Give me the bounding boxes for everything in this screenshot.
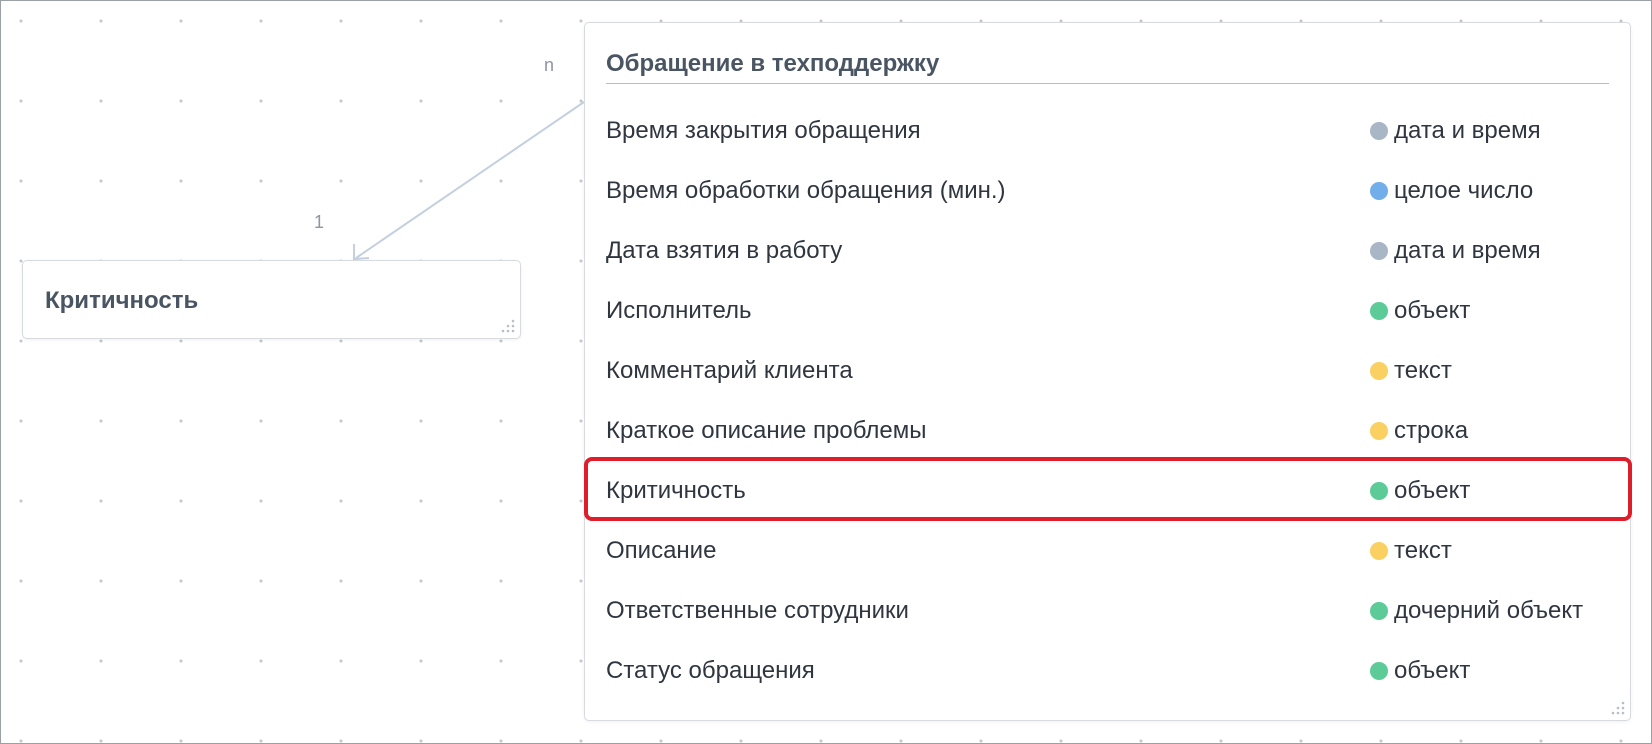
- field-row[interactable]: Дата взятия в работу дата и время: [585, 221, 1630, 281]
- field-name: Статус обращения: [606, 657, 815, 684]
- field-type-label: строка: [1394, 417, 1469, 444]
- field-name: Комментарий клиента: [606, 357, 853, 384]
- type-dot-icon: [1370, 362, 1388, 380]
- field-type: строка: [1370, 417, 1468, 445]
- resize-grip-icon[interactable]: [1610, 700, 1626, 716]
- field-name: Критичность: [606, 477, 746, 504]
- field-type: целое число: [1370, 177, 1533, 205]
- entity-card-support-request[interactable]: Обращение в техподдержку Время закрытия …: [584, 22, 1631, 721]
- field-name: Ответственные сотрудники: [606, 597, 909, 624]
- field-type-label: дата и время: [1394, 237, 1541, 264]
- field-type-label: текст: [1394, 357, 1452, 384]
- type-dot-icon: [1370, 602, 1388, 620]
- field-type-label: объект: [1394, 297, 1471, 324]
- target-cardinality-label: 1: [314, 212, 325, 232]
- field-type-label: дочерний объект: [1394, 597, 1584, 624]
- field-row[interactable]: Ответственные сотрудники дочерний объект: [585, 581, 1630, 641]
- field-name: Время закрытия обращения: [606, 117, 921, 144]
- type-dot-icon: [1370, 182, 1388, 200]
- type-dot-icon: [1370, 302, 1388, 320]
- field-type: объект: [1370, 297, 1470, 325]
- field-type: дата и время: [1370, 237, 1541, 265]
- field-type: объект: [1370, 477, 1470, 505]
- entity-card-title: Обращение в техподдержку: [606, 50, 940, 77]
- entity-card-title: Критичность: [45, 287, 199, 314]
- field-type: дочерний объект: [1370, 597, 1583, 625]
- source-cardinality-label: n: [544, 55, 555, 75]
- field-type: текст: [1370, 357, 1452, 385]
- field-name: Время обработки обращения (мин.): [606, 177, 1006, 204]
- field-name: Дата взятия в работу: [606, 237, 843, 264]
- type-dot-icon: [1370, 422, 1388, 440]
- field-type-label: целое число: [1394, 177, 1534, 204]
- field-name: Исполнитель: [606, 297, 752, 324]
- field-type: текст: [1370, 537, 1452, 565]
- field-type-label: дата и время: [1394, 117, 1541, 144]
- field-row[interactable]: Время обработки обращения (мин.) целое чи…: [585, 161, 1630, 221]
- title-divider: [606, 83, 1609, 84]
- entity-card-criticality[interactable]: Критичность: [22, 260, 521, 339]
- field-row[interactable]: Критичность объект: [585, 461, 1630, 521]
- resize-grip-icon[interactable]: [500, 318, 516, 334]
- type-dot-icon: [1370, 662, 1388, 680]
- field-type-label: текст: [1394, 537, 1452, 564]
- field-type: объект: [1370, 657, 1470, 685]
- field-type-label: объект: [1394, 477, 1471, 504]
- field-row[interactable]: Статус обращения объект: [585, 641, 1630, 701]
- connector-line: [355, 101, 585, 259]
- field-row[interactable]: Комментарий клиента текст: [585, 341, 1630, 401]
- type-dot-icon: [1370, 122, 1388, 140]
- field-row[interactable]: Время закрытия обращения дата и время: [585, 101, 1630, 161]
- field-name: Краткое описание проблемы: [606, 417, 927, 444]
- field-type: дата и время: [1370, 117, 1541, 145]
- field-type-label: объект: [1394, 657, 1471, 684]
- field-row[interactable]: Исполнитель объект: [585, 281, 1630, 341]
- type-dot-icon: [1370, 542, 1388, 560]
- field-row[interactable]: Описание текст: [585, 521, 1630, 581]
- field-name: Описание: [606, 537, 717, 564]
- field-row[interactable]: Краткое описание проблемы строка: [585, 401, 1630, 461]
- type-dot-icon: [1370, 482, 1388, 500]
- field-list: Время закрытия обращения дата и время Врем…: [585, 101, 1630, 701]
- type-dot-icon: [1370, 242, 1388, 260]
